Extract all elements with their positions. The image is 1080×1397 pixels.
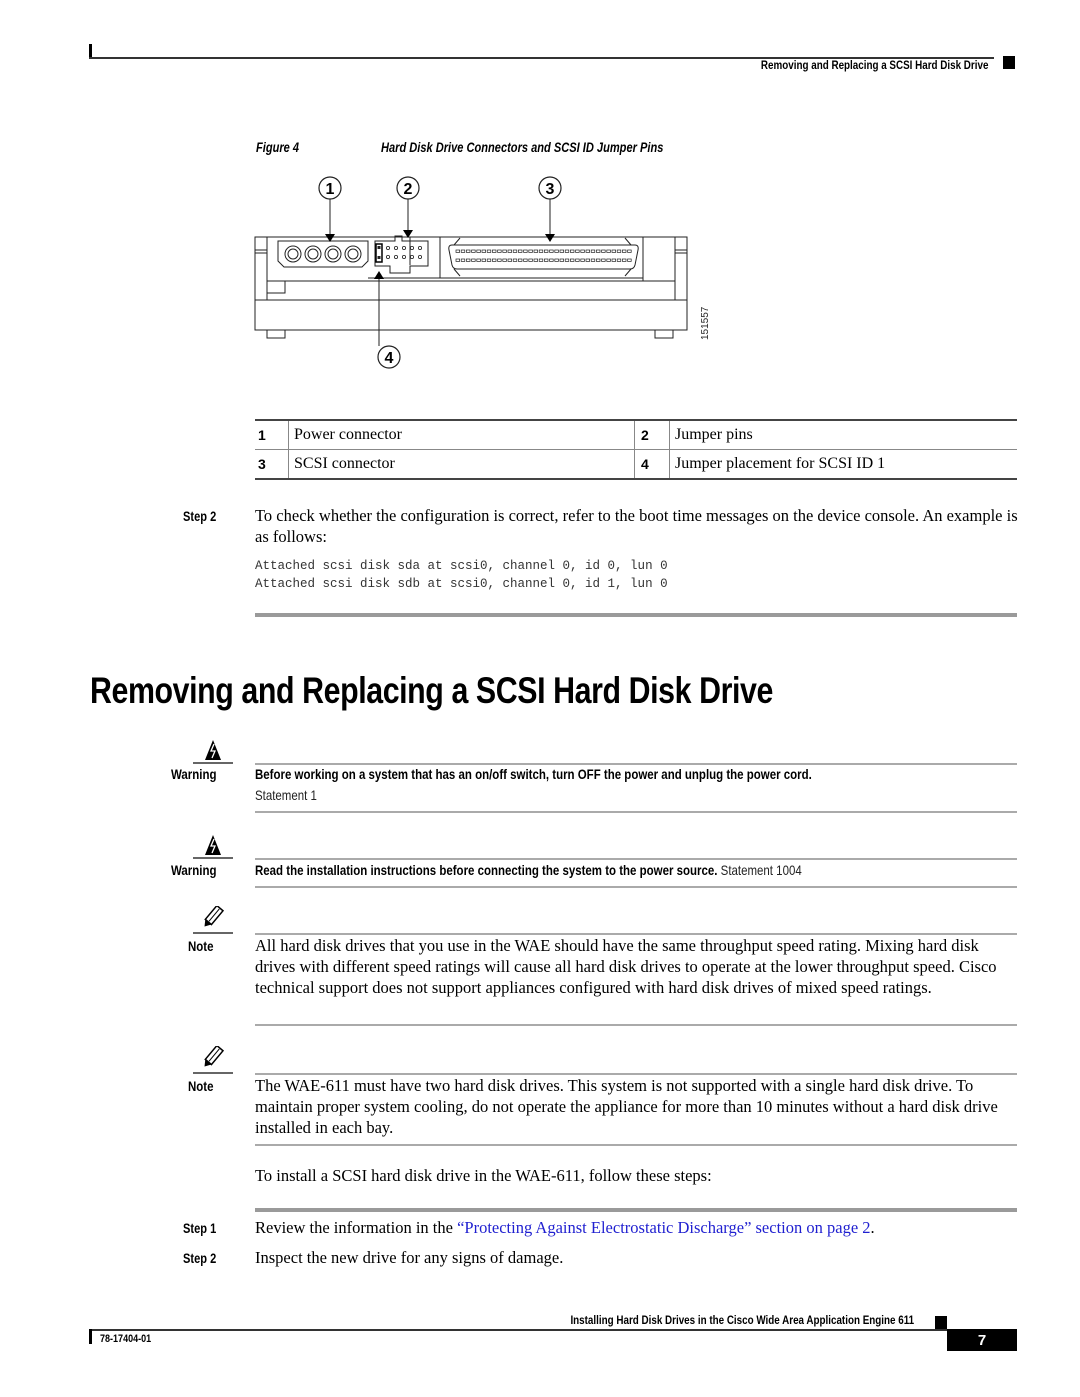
legend-description: SCSI connector xyxy=(288,449,635,479)
drive-foot-left xyxy=(266,329,286,339)
drive-base xyxy=(254,299,688,331)
warning-rule-top xyxy=(255,763,1017,765)
callout-1-label: 1 xyxy=(326,181,335,198)
footer-marker-box xyxy=(935,1316,947,1329)
pencil-icon xyxy=(193,1046,233,1074)
running-header-title: Removing and Replacing a SCSI Hard Disk … xyxy=(760,58,988,72)
art-id-label: 151557 xyxy=(700,306,710,340)
note-rule-bottom xyxy=(255,1144,1017,1146)
procedure-intro: To install a SCSI hard disk drive in the… xyxy=(255,1166,712,1185)
legend-description: Jumper placement for SCSI ID 1 xyxy=(669,449,1017,479)
legend-number: 3 xyxy=(258,456,266,472)
note-text: The WAE-611 must have two hard disk driv… xyxy=(255,1076,998,1137)
warning-rule-top xyxy=(255,858,1017,860)
legend-number: 1 xyxy=(258,427,266,443)
procedure-start-rule xyxy=(255,1208,1017,1212)
step-label: Step 2 xyxy=(183,1251,217,1266)
callout-4-label: 4 xyxy=(385,350,394,367)
figure-title: Hard Disk Drive Connectors and SCSI ID J… xyxy=(381,140,664,155)
note-rule-bottom xyxy=(255,1024,1017,1026)
note-label: Note xyxy=(188,938,214,954)
warning-rule-bottom xyxy=(255,886,1017,888)
warning-statement: Statement 1004 xyxy=(720,862,802,878)
code-line: Attached scsi disk sdb at scsi0, channel… xyxy=(255,577,668,591)
pencil-icon xyxy=(193,906,233,934)
footer-margin-tick xyxy=(89,1329,92,1344)
esd-section-link[interactable]: “Protecting Against Electrostatic Discha… xyxy=(457,1218,870,1237)
callout-3-label: 3 xyxy=(546,181,555,198)
legend-number: 4 xyxy=(634,449,670,479)
legend-number: 2 xyxy=(634,420,670,450)
step-text-part: . xyxy=(870,1218,875,1237)
footer-book-title: Installing Hard Disk Drives in the Cisco… xyxy=(570,1313,914,1327)
figure-label: Figure 4 xyxy=(256,140,300,155)
warning-label: Warning xyxy=(171,862,217,878)
legend-description: Power connector xyxy=(288,420,635,450)
warning-statement: Statement 1 xyxy=(255,787,317,803)
warning-text: Read the installation instructions befor… xyxy=(255,862,922,878)
legend-row: 1 Power connector 2 Jumper pins xyxy=(255,420,1017,450)
warning-text: Before working on a system that has an o… xyxy=(255,766,812,782)
section-heading: Removing and Replacing a SCSI Hard Disk … xyxy=(90,670,773,711)
step-label: Step 2 xyxy=(183,509,217,524)
legend-description: Jumper pins xyxy=(669,420,1017,450)
note-text: All hard disk drives that you use in the… xyxy=(255,936,997,997)
code-example: Attached scsi disk sda at scsi0, channel… xyxy=(255,557,668,593)
step-text-part: Review the information in the xyxy=(255,1218,458,1237)
footer-doc-number: 78-17404-01 xyxy=(100,1333,152,1345)
step-label: Step 1 xyxy=(183,1221,217,1236)
step-text: Review the information in the “Protectin… xyxy=(255,1217,875,1238)
hard-disk-connectors-diagram: 1 2 3 4 151557 xyxy=(254,176,710,369)
drive-foot-right xyxy=(654,329,674,339)
warning-rule-bottom xyxy=(255,811,1017,813)
footer-rule xyxy=(89,1329,959,1331)
header-marker-box xyxy=(1003,56,1015,69)
legend-row: 3 SCSI connector 4 Jumper placement for … xyxy=(255,449,1017,479)
note-label: Note xyxy=(188,1078,214,1094)
callout-2-label: 2 xyxy=(404,181,413,198)
warning-text-bold: Read the installation instructions befor… xyxy=(255,862,718,878)
procedure-end-rule xyxy=(255,613,1017,617)
page-number: 7 xyxy=(947,1329,1017,1351)
code-line: Attached scsi disk sda at scsi0, channel… xyxy=(255,559,668,573)
figure-legend-table: 1 Power connector 2 Jumper pins 3 SCSI c… xyxy=(255,419,1017,480)
step-text: Inspect the new drive for any signs of d… xyxy=(255,1248,564,1267)
warning-label: Warning xyxy=(171,766,217,782)
step-text: To check whether the configuration is co… xyxy=(255,506,1018,546)
